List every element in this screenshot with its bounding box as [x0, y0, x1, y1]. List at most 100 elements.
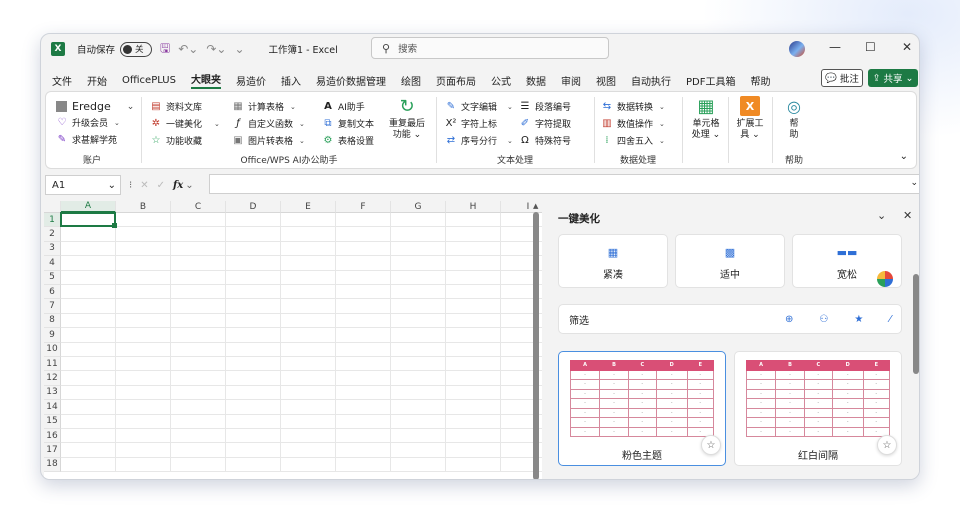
custom-function-button[interactable]: ƒ 自定义函数 ⌄: [232, 117, 305, 130]
panel-close-icon[interactable]: ✕: [903, 209, 912, 222]
material-library-button[interactable]: ▤ 资料文库: [150, 100, 202, 113]
superscript-button[interactable]: X² 字符上标: [445, 117, 497, 130]
maximize-icon[interactable]: ☐: [865, 40, 876, 54]
row-header[interactable]: 11: [44, 357, 61, 372]
favorites-button[interactable]: ☆ 功能收藏: [150, 134, 203, 147]
tab-yizaojia-data[interactable]: 易造价数据管理: [316, 73, 386, 88]
autosave-toggle[interactable]: 关: [120, 41, 153, 57]
data-convert-button[interactable]: ⇆ 数据转换 ⌄: [601, 100, 665, 113]
tab-home[interactable]: 开始: [87, 73, 107, 88]
qiushenjie-button[interactable]: ✎ 求甚解学苑: [56, 133, 117, 146]
search-box[interactable]: ⚲ 搜索: [371, 37, 609, 59]
row-header[interactable]: 3: [44, 241, 61, 257]
sheet-vertical-scrollbar[interactable]: [533, 212, 539, 479]
favorite-star-icon[interactable]: ☆: [877, 435, 897, 455]
theme-card-red-white[interactable]: ABCDE-----------------------------------…: [734, 351, 902, 466]
account-name[interactable]: Eredge ⌄: [56, 100, 134, 113]
table-settings-button[interactable]: ⚙ 表格设置: [322, 134, 375, 147]
tab-view[interactable]: 视图: [596, 73, 616, 88]
row-header[interactable]: 10: [44, 342, 61, 357]
row-header[interactable]: 8: [44, 313, 61, 329]
more-icon[interactable]: ⁝: [129, 180, 132, 191]
calc-table-button[interactable]: ▦ 计算表格 ⌄: [232, 100, 296, 113]
column-header[interactable]: H: [446, 201, 501, 213]
select-all-corner[interactable]: [44, 201, 61, 213]
save-icon[interactable]: 🖫: [160, 39, 170, 60]
fill-handle[interactable]: [112, 223, 117, 229]
text-edit-button[interactable]: ✎ 文字编辑 ⌄: [445, 100, 513, 113]
tab-data[interactable]: 数据: [526, 73, 546, 88]
tab-automate[interactable]: 自动执行: [631, 73, 671, 88]
row-header[interactable]: 2: [44, 227, 61, 242]
tab-yizaojia[interactable]: 易造价: [236, 73, 266, 88]
tab-pdf-tools[interactable]: PDF工具箱: [686, 73, 735, 88]
row-header[interactable]: 16: [44, 429, 61, 444]
row-header[interactable]: 9: [44, 328, 61, 343]
tab-formulas[interactable]: 公式: [491, 73, 511, 88]
value-operation-button[interactable]: ▥ 数值操作 ⌄: [601, 117, 665, 130]
tab-dayanjia[interactable]: 大眼夹: [190, 71, 221, 89]
close-icon[interactable]: ✕: [902, 40, 912, 54]
row-header[interactable]: 18: [44, 457, 61, 473]
collapse-ribbon-icon[interactable]: ⌄: [900, 151, 908, 162]
add-filter-icon[interactable]: ⊕: [785, 314, 793, 325]
user-icon[interactable]: ⚇: [819, 314, 828, 325]
tab-review[interactable]: 审阅: [561, 73, 581, 88]
cell-process-button[interactable]: ▦ 单元格 处理 ⌄: [686, 96, 726, 141]
one-click-beautify-button[interactable]: ✲ 一键美化 ⌄: [150, 117, 220, 130]
copy-text-button[interactable]: ⧉ 复制文本: [322, 117, 374, 130]
column-header[interactable]: E: [281, 201, 336, 213]
paragraph-number-button[interactable]: ☰ 段落编号: [519, 100, 572, 113]
avatar[interactable]: [789, 41, 805, 57]
expand-formula-icon[interactable]: ⌄: [910, 178, 918, 188]
favorite-star-icon[interactable]: ☆: [701, 435, 721, 455]
char-extract-button[interactable]: ✐ 字符提取: [519, 117, 571, 130]
minimize-icon[interactable]: —: [829, 40, 841, 54]
column-header[interactable]: F: [336, 201, 391, 213]
row-header[interactable]: 7: [44, 299, 61, 314]
upgrade-member-button[interactable]: ♡ 升级会员 ⌄: [56, 116, 120, 129]
help-button[interactable]: ◎ 帮 助: [774, 96, 814, 141]
column-header[interactable]: G: [391, 201, 446, 213]
brush-icon[interactable]: ⁄: [889, 314, 891, 325]
row-header[interactable]: 4: [44, 256, 61, 271]
row-header[interactable]: 1: [44, 213, 61, 228]
column-header[interactable]: C: [171, 201, 226, 213]
density-compact-button[interactable]: ▦ 紧凑: [558, 234, 668, 288]
density-medium-button[interactable]: ▩ 适中: [675, 234, 785, 288]
spreadsheet-grid[interactable]: A B C D E F G H I 1 2 3 4 5 6 7 8 9 10 11 12 13 14 15 16 17 18: [44, 201, 542, 479]
panel-options-icon[interactable]: ⌄: [877, 209, 886, 222]
serial-split-button[interactable]: ⇄ 序号分行 ⌄: [445, 134, 513, 147]
insert-function-icon[interactable]: fx: [173, 180, 183, 191]
selected-cell[interactable]: [60, 212, 117, 229]
column-header[interactable]: B: [116, 201, 171, 213]
image-to-table-button[interactable]: ▣ 图片转表格 ⌄: [232, 134, 305, 147]
column-header[interactable]: D: [226, 201, 281, 213]
share-button[interactable]: ⇪ 共享 ⌄: [868, 69, 918, 87]
tab-draw[interactable]: 绘图: [401, 73, 421, 88]
panel-scrollbar[interactable]: [913, 274, 919, 374]
cancel-icon[interactable]: ✕: [140, 180, 148, 191]
row-header[interactable]: 15: [44, 414, 61, 429]
row-header[interactable]: 13: [44, 385, 61, 401]
tab-insert[interactable]: 插入: [281, 73, 301, 88]
tab-page-layout[interactable]: 页面布局: [436, 73, 476, 88]
ai-assistant-button[interactable]: A AI助手: [322, 100, 365, 113]
redo-icon[interactable]: ↷⌄: [206, 42, 226, 56]
undo-icon[interactable]: ↶⌄: [178, 42, 198, 56]
extension-tools-button[interactable]: X 扩展工 具 ⌄: [730, 96, 770, 141]
formula-input[interactable]: ⌄: [209, 174, 919, 194]
round-button[interactable]: ⁞ 四舍五入 ⌄: [601, 134, 664, 147]
row-header[interactable]: 5: [44, 270, 61, 285]
star-filter-icon[interactable]: ★: [854, 314, 863, 325]
name-box[interactable]: A1 ⌄: [45, 175, 121, 195]
comment-button[interactable]: 💬 批注: [821, 69, 863, 87]
row-header[interactable]: 12: [44, 371, 61, 386]
confirm-icon[interactable]: ✓: [157, 180, 165, 191]
tab-help[interactable]: 帮助: [750, 73, 770, 88]
tab-officeplus[interactable]: OfficePLUS: [122, 75, 176, 86]
theme-card-pink[interactable]: ABCDE-----------------------------------…: [558, 351, 726, 466]
special-symbol-button[interactable]: Ω 特殊符号: [519, 134, 571, 147]
scroll-up-icon[interactable]: ▲: [533, 202, 538, 210]
tab-file[interactable]: 文件: [52, 73, 72, 88]
